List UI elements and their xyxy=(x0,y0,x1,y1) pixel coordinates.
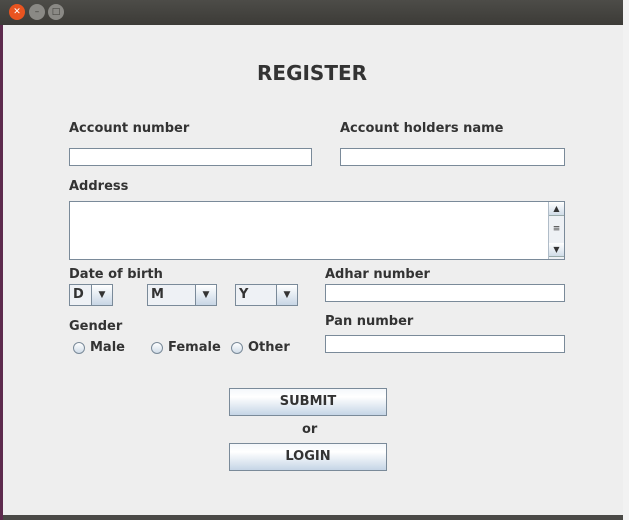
close-button[interactable]: ✕ xyxy=(9,4,25,20)
chevron-down-icon: ▼ xyxy=(277,285,297,305)
minimize-button[interactable]: – xyxy=(29,4,45,20)
radio-label: Other xyxy=(248,340,290,355)
holder-name-input[interactable] xyxy=(340,148,565,166)
register-window: REGISTER Account number Account holders … xyxy=(3,25,623,515)
maximize-button[interactable]: □ xyxy=(48,4,64,20)
pan-label: Pan number xyxy=(325,314,414,329)
dob-month-select[interactable]: M ▼ xyxy=(147,284,217,306)
address-scrollbar[interactable]: ▲ ≡ ▼ xyxy=(548,202,564,259)
desktop-background xyxy=(623,0,629,520)
gender-radio-female[interactable]: Female xyxy=(151,340,221,355)
chevron-down-icon: ▼ xyxy=(196,285,216,305)
gender-radio-male[interactable]: Male xyxy=(73,340,125,355)
address-label: Address xyxy=(69,179,129,194)
login-button[interactable]: LOGIN xyxy=(229,443,387,471)
gender-label: Gender xyxy=(69,319,123,334)
address-textarea[interactable]: ▲ ≡ ▼ xyxy=(69,201,565,260)
radio-icon xyxy=(231,341,243,354)
account-number-input[interactable] xyxy=(69,148,312,166)
dob-label: Date of birth xyxy=(69,267,163,282)
scroll-thumb[interactable]: ≡ xyxy=(549,216,564,243)
radio-icon xyxy=(151,341,163,354)
chevron-down-icon: ▼ xyxy=(92,285,112,305)
title-bar: ✕ – □ xyxy=(0,0,623,25)
month-value: M xyxy=(148,285,196,305)
adhar-input[interactable] xyxy=(325,284,565,302)
account-number-label: Account number xyxy=(69,121,190,136)
holder-name-label: Account holders name xyxy=(340,121,504,136)
year-value: Y xyxy=(236,285,277,305)
dob-year-select[interactable]: Y ▼ xyxy=(235,284,298,306)
submit-button[interactable]: SUBMIT xyxy=(229,388,387,416)
radio-label: Male xyxy=(90,340,125,355)
adhar-label: Adhar number xyxy=(325,267,430,282)
scroll-up-icon[interactable]: ▲ xyxy=(549,202,564,216)
radio-icon xyxy=(73,341,85,354)
scroll-down-icon[interactable]: ▼ xyxy=(549,243,564,257)
or-label: or xyxy=(302,422,318,437)
gender-radio-other[interactable]: Other xyxy=(231,340,290,355)
page-title: REGISTER xyxy=(257,61,368,85)
dob-day-select[interactable]: D ▼ xyxy=(69,284,113,306)
day-value: D xyxy=(70,285,92,305)
pan-input[interactable] xyxy=(325,335,565,353)
radio-label: Female xyxy=(168,340,221,355)
